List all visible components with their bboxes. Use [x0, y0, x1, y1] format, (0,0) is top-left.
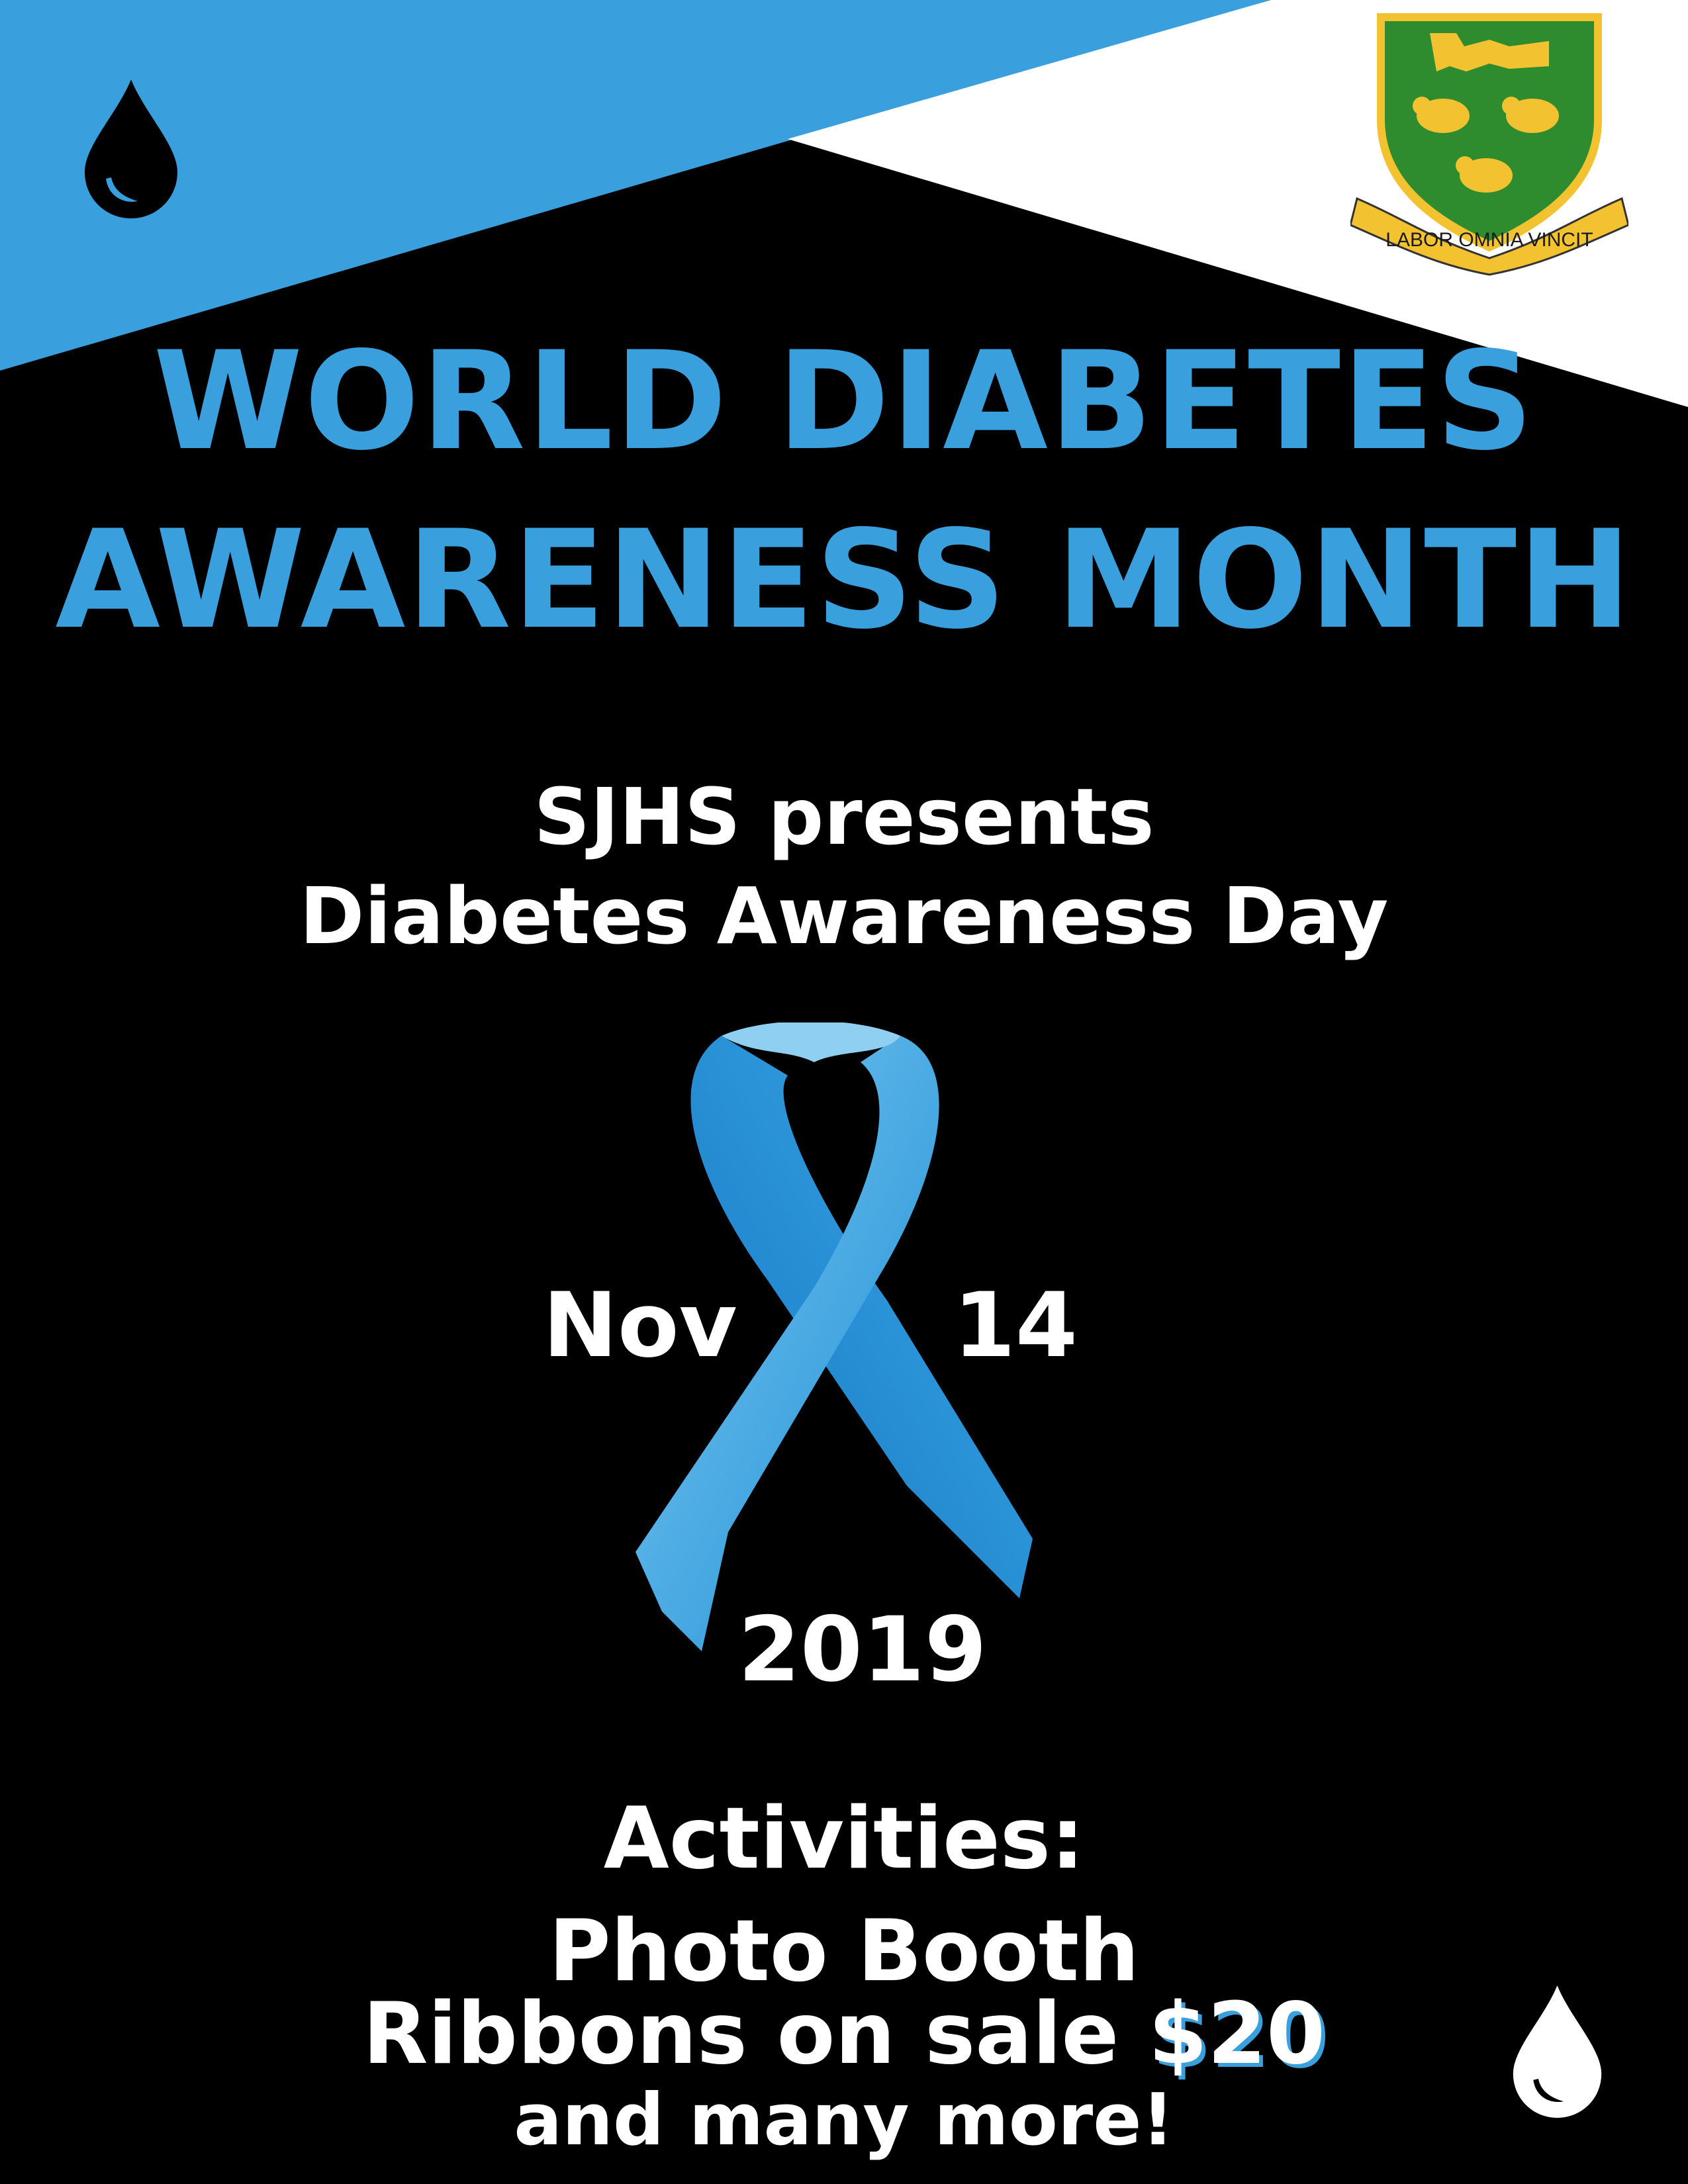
- crest-motto: LABOR OMNIA VINCIT: [1385, 229, 1593, 251]
- date-day: 14: [953, 1273, 1078, 1377]
- water-drop-icon: [85, 79, 177, 218]
- date-year: 2019: [738, 1598, 987, 1702]
- event-name: Diabetes Awareness Day: [299, 870, 1389, 962]
- school-crest-icon: LABOR OMNIA VINCIT: [1350, 13, 1628, 276]
- activity-photo-booth: Photo Booth: [548, 1902, 1140, 2001]
- presenter-line: SJHS presents: [534, 771, 1154, 862]
- activities-closing: and many more!: [514, 2079, 1174, 2161]
- ribbons-sale-text: Ribbons on sale: [362, 1985, 1149, 2083]
- date-month: Nov: [543, 1273, 737, 1377]
- page-title-line2: AWARENESS MONTH: [55, 502, 1633, 659]
- activities-heading: Activities:: [603, 1790, 1085, 1888]
- page-title-line1: WORLD DIABETES: [153, 323, 1535, 480]
- ribbon-price: $20: [1148, 1985, 1326, 2083]
- activity-ribbons-sale: Ribbons on sale $20: [0, 1992, 1688, 2077]
